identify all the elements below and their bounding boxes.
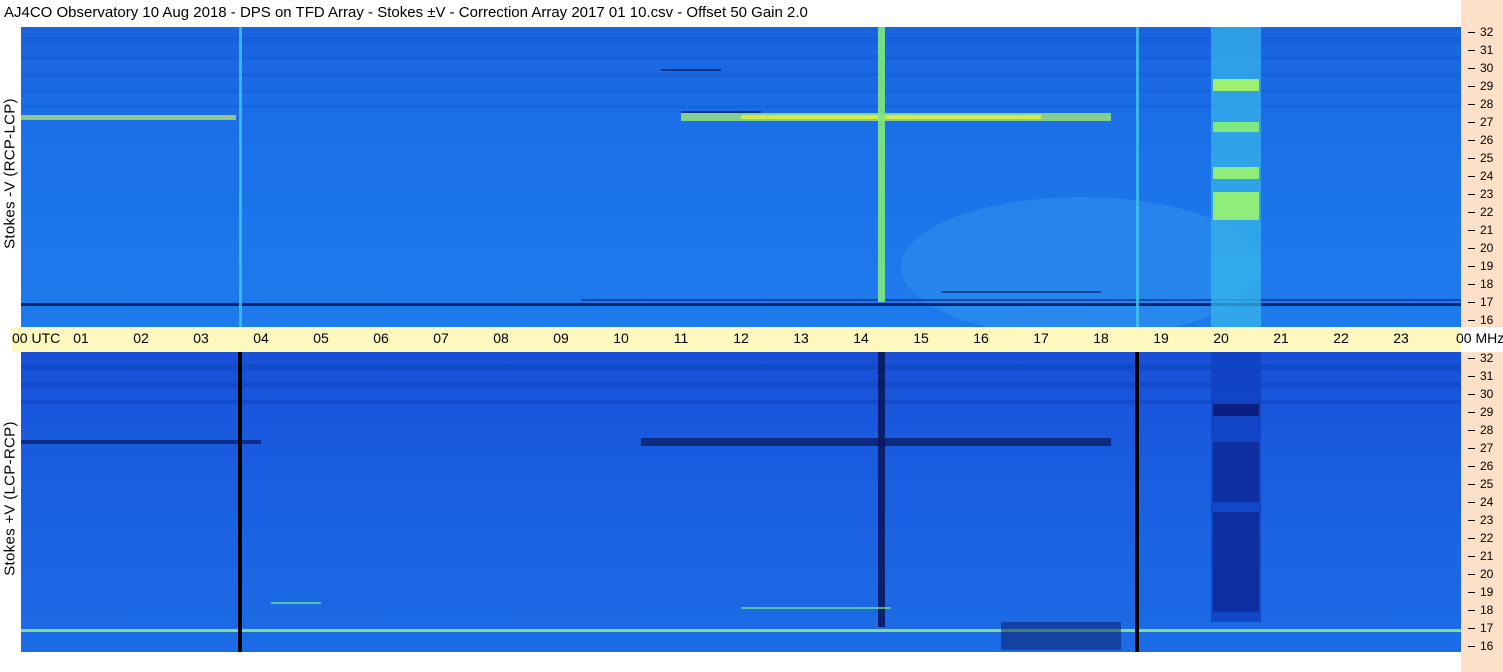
freq-tick xyxy=(1468,86,1475,87)
freq-tick-label: 26 xyxy=(1480,459,1494,473)
spectrogram-top xyxy=(21,27,1461,327)
freq-tick xyxy=(1468,140,1475,141)
freq-tick xyxy=(1468,502,1475,503)
time-tick-label: 19 xyxy=(1153,330,1169,346)
panel-bottom-ylabel: Stokes +V (LCP-RCP) xyxy=(1,421,19,576)
time-tick-label: 01 xyxy=(73,330,89,346)
time-tick-label: 00 MHz xyxy=(1456,330,1503,346)
time-tick-label: 23 xyxy=(1393,330,1409,346)
freq-tick-label: 26 xyxy=(1480,133,1494,147)
freq-tick-label: 32 xyxy=(1480,25,1494,39)
freq-tick xyxy=(1468,266,1475,267)
freq-tick-label: 23 xyxy=(1480,187,1494,201)
time-tick-label: 04 xyxy=(253,330,269,346)
freq-tick xyxy=(1468,104,1475,105)
freq-tick xyxy=(1468,610,1475,611)
freq-tick-label: 32 xyxy=(1480,351,1494,365)
time-tick-label: 07 xyxy=(433,330,449,346)
time-tick-label: 10 xyxy=(613,330,629,346)
freq-tick-label: 21 xyxy=(1480,549,1494,563)
freq-tick xyxy=(1468,302,1475,303)
freq-tick-label: 20 xyxy=(1480,567,1494,581)
chart-title: AJ4CO Observatory 10 Aug 2018 - DPS on T… xyxy=(4,4,808,21)
time-tick-label: 20 xyxy=(1213,330,1229,346)
freq-tick xyxy=(1468,412,1475,413)
time-tick-label: 18 xyxy=(1093,330,1109,346)
freq-tick-label: 18 xyxy=(1480,603,1494,617)
time-tick-label: 06 xyxy=(373,330,389,346)
freq-tick xyxy=(1468,194,1475,195)
freq-tick xyxy=(1468,448,1475,449)
freq-tick-label: 16 xyxy=(1480,313,1494,327)
time-tick-label: 21 xyxy=(1273,330,1289,346)
time-tick-label: 17 xyxy=(1033,330,1049,346)
freq-tick xyxy=(1468,484,1475,485)
freq-tick xyxy=(1468,430,1475,431)
freq-tick-label: 31 xyxy=(1480,43,1494,57)
freq-tick-label: 17 xyxy=(1480,295,1494,309)
freq-tick xyxy=(1468,376,1475,377)
freq-tick xyxy=(1468,158,1475,159)
freq-tick xyxy=(1468,68,1475,69)
freq-tick-label: 24 xyxy=(1480,169,1494,183)
freq-tick-label: 22 xyxy=(1480,205,1494,219)
time-tick-label: 02 xyxy=(133,330,149,346)
time-tick-label: 05 xyxy=(313,330,329,346)
time-tick-label: 22 xyxy=(1333,330,1349,346)
freq-tick-label: 24 xyxy=(1480,495,1494,509)
time-tick-label: 11 xyxy=(673,330,689,346)
time-tick-label: 16 xyxy=(973,330,989,346)
time-tick-label: 15 xyxy=(913,330,929,346)
freq-tick xyxy=(1468,358,1475,359)
freq-tick-label: 22 xyxy=(1480,531,1494,545)
freq-tick xyxy=(1468,122,1475,123)
freq-tick xyxy=(1468,574,1475,575)
freq-tick-label: 30 xyxy=(1480,387,1494,401)
freq-tick-label: 27 xyxy=(1480,115,1494,129)
freq-tick xyxy=(1468,646,1475,647)
freq-tick-label: 28 xyxy=(1480,97,1494,111)
freq-tick xyxy=(1468,394,1475,395)
freq-tick-label: 19 xyxy=(1480,585,1494,599)
freq-tick-label: 30 xyxy=(1480,61,1494,75)
freq-tick xyxy=(1468,32,1475,33)
freq-tick xyxy=(1468,176,1475,177)
time-tick-label: 09 xyxy=(553,330,569,346)
time-tick-label: 14 xyxy=(853,330,869,346)
freq-tick-label: 23 xyxy=(1480,513,1494,527)
freq-tick xyxy=(1468,592,1475,593)
time-tick-label: 12 xyxy=(733,330,749,346)
freq-tick xyxy=(1468,212,1475,213)
panel-top-ylabel: Stokes -V (RCP-LCP) xyxy=(1,98,19,249)
freq-tick-label: 25 xyxy=(1480,477,1494,491)
freq-tick xyxy=(1468,50,1475,51)
time-tick-label: 03 xyxy=(193,330,209,346)
freq-tick xyxy=(1468,284,1475,285)
time-tick-label: 13 xyxy=(793,330,809,346)
freq-tick xyxy=(1468,628,1475,629)
freq-tick xyxy=(1468,520,1475,521)
freq-tick-label: 25 xyxy=(1480,151,1494,165)
freq-tick xyxy=(1468,556,1475,557)
freq-tick-label: 21 xyxy=(1480,223,1494,237)
freq-tick-label: 18 xyxy=(1480,277,1494,291)
freq-tick-label: 27 xyxy=(1480,441,1494,455)
freq-tick-label: 28 xyxy=(1480,423,1494,437)
time-tick-label: 08 xyxy=(493,330,509,346)
freq-tick xyxy=(1468,230,1475,231)
freq-tick-label: 16 xyxy=(1480,639,1494,653)
freq-tick xyxy=(1468,466,1475,467)
freq-tick-label: 17 xyxy=(1480,621,1494,635)
freq-tick-label: 19 xyxy=(1480,259,1494,273)
spectrogram-bottom xyxy=(21,352,1461,652)
freq-tick-label: 20 xyxy=(1480,241,1494,255)
freq-tick-label: 31 xyxy=(1480,369,1494,383)
freq-tick xyxy=(1468,248,1475,249)
time-tick-label: 00 UTC xyxy=(12,330,61,346)
freq-tick-label: 29 xyxy=(1480,405,1494,419)
freq-tick xyxy=(1468,320,1475,321)
freq-tick-label: 29 xyxy=(1480,79,1494,93)
freq-tick xyxy=(1468,538,1475,539)
